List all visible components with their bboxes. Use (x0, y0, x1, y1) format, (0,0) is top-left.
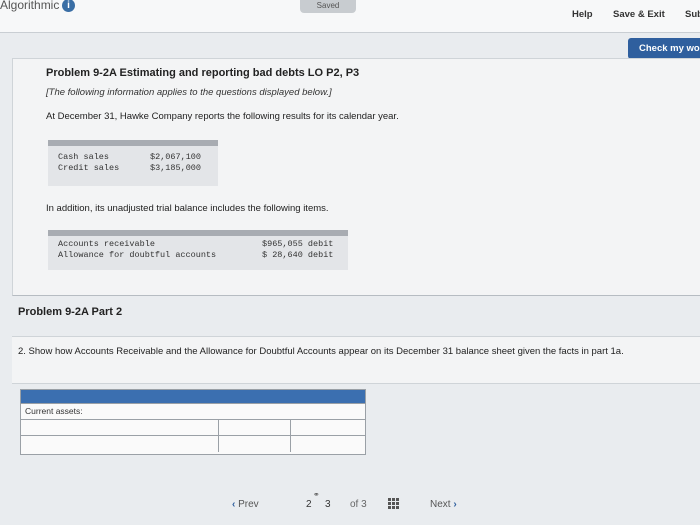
link-icon: ⚭ (313, 490, 320, 499)
problem-intro-2: In addition, its unadjusted trial balanc… (46, 203, 329, 214)
balances-table: Accounts receivable $965,055 debit Allow… (48, 230, 348, 270)
prev-button[interactable]: ‹ Prev (232, 499, 259, 510)
part-title: Problem 9-2A Part 2 (18, 306, 123, 318)
account-input[interactable] (21, 420, 219, 436)
prev-label: Prev (238, 499, 259, 510)
question-text: 2. Show how Accounts Receivable and the … (18, 346, 624, 357)
amount-input[interactable] (219, 436, 291, 452)
balance-label: Allowance for doubtful accounts (58, 250, 217, 260)
sales-value: $2,067,100 (150, 152, 202, 162)
answer-table: Current assets: (20, 389, 366, 455)
page-count: of 3 (350, 499, 367, 510)
balance-value: $965,055 debit (262, 239, 334, 249)
top-bar: Algorithmic i Saved Help Save & Exit Sub (0, 0, 700, 33)
page-current[interactable]: 2 (306, 499, 312, 510)
current-assets-label: Current assets: (25, 406, 83, 416)
current-assets-cell: Current assets: (21, 404, 365, 420)
pagination: ‹ Prev ⚭ 2 3 of 3 Next › (0, 490, 700, 515)
problem-intro: At December 31, Hawke Company reports th… (46, 111, 399, 122)
sales-table: Cash sales $2,067,100 Credit sales $3,18… (48, 140, 218, 186)
answer-table-header (21, 390, 365, 403)
problem-note: [The following information applies to th… (46, 87, 332, 98)
help-link[interactable]: Help (572, 9, 593, 20)
save-exit-link[interactable]: Save & Exit (613, 9, 665, 20)
account-input[interactable] (21, 436, 219, 452)
page-next-number[interactable]: 3 (325, 499, 331, 510)
brand-label: Algorithmic (0, 0, 60, 12)
table-row: Current assets: (21, 403, 365, 420)
next-label: Next (430, 499, 451, 510)
sales-label: Credit sales (58, 163, 120, 173)
total-input[interactable] (291, 436, 365, 452)
sales-label: Cash sales (58, 152, 110, 162)
sales-value: $3,185,000 (150, 163, 202, 173)
table-row (21, 419, 365, 436)
submit-link[interactable]: Sub (685, 9, 700, 20)
saved-status: Saved (300, 0, 356, 13)
next-button[interactable]: Next › (430, 499, 457, 510)
balance-value: $ 28,640 debit (262, 250, 334, 260)
grid-icon[interactable] (388, 498, 399, 509)
question-panel (12, 336, 700, 384)
check-my-work-button[interactable]: Check my wo (628, 38, 700, 59)
amount-input[interactable] (219, 420, 291, 436)
table-row (21, 435, 365, 452)
total-input[interactable] (291, 420, 365, 436)
chevron-right-icon: › (453, 499, 457, 510)
problem-title: Problem 9-2A Estimating and reporting ba… (46, 67, 360, 79)
balance-label: Accounts receivable (58, 239, 155, 249)
chevron-left-icon: ‹ (232, 499, 236, 510)
info-icon[interactable]: i (62, 0, 75, 12)
